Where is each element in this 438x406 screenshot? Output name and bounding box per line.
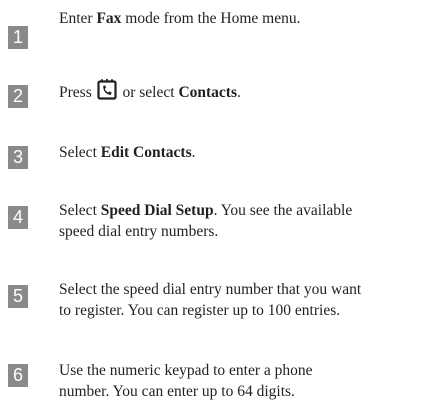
bold-term: Fax [96, 10, 122, 27]
step-number: 2 [8, 85, 28, 108]
step-text: Select Speed Dial Setup. You see the ava… [59, 202, 353, 240]
step-text: Press or select Contacts. [59, 78, 437, 103]
step-number: 3 [8, 146, 28, 169]
step-number: 1 [8, 26, 28, 49]
bold-term: Contacts [178, 84, 237, 101]
step-number: 6 [8, 364, 28, 387]
step-text: Select the speed dial entry number that … [59, 281, 362, 319]
bold-term: Edit Contacts [100, 144, 192, 161]
contacts-phone-icon [97, 78, 117, 100]
step-text: Use the numeric keypad to enter a phone … [59, 362, 313, 400]
step-number: 5 [8, 285, 28, 308]
step-text: Select Edit Contacts. [59, 144, 196, 161]
step-text: Enter Fax mode from the Home menu. [59, 10, 301, 27]
step-number: 4 [8, 206, 28, 229]
bold-term: Speed Dial Setup [100, 202, 214, 219]
